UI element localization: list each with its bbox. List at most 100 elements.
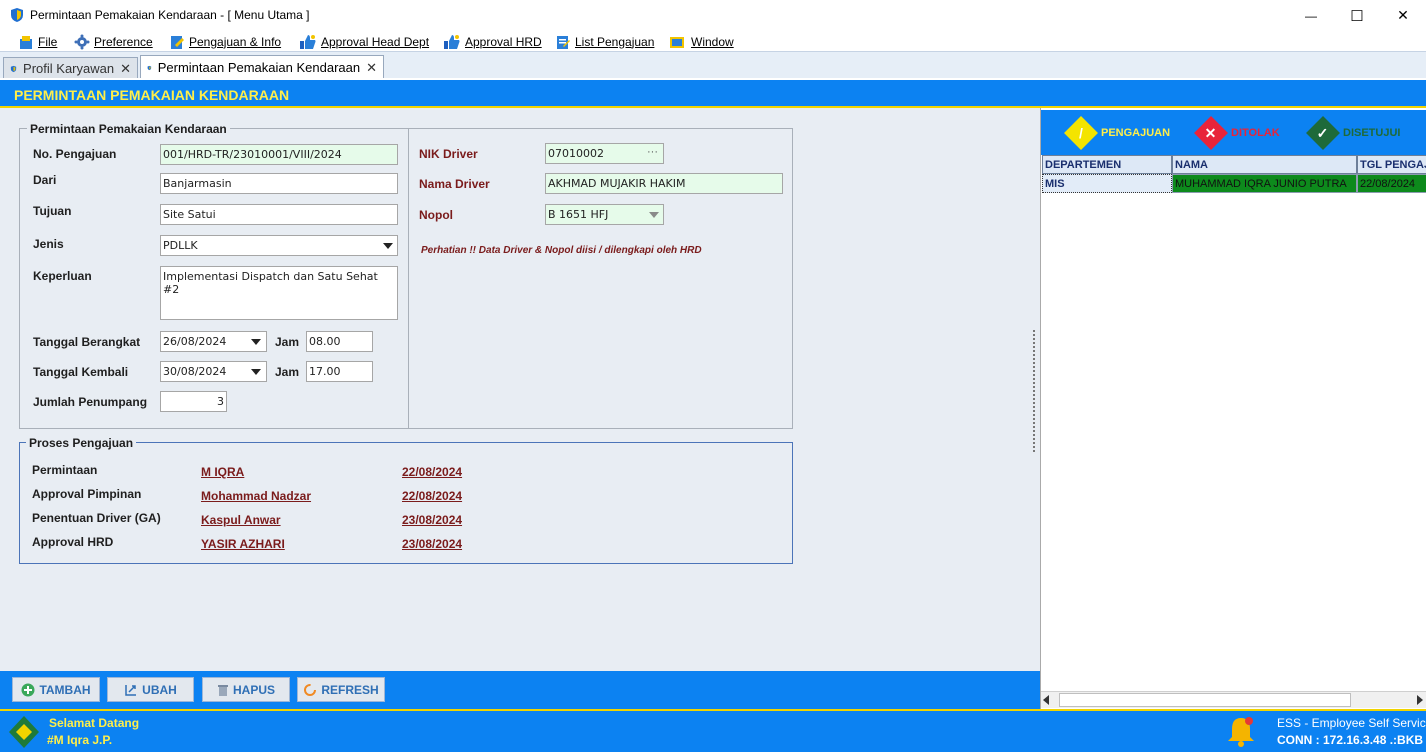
approved-diamond-icon: ✓ [1306,116,1340,150]
tgl-berangkat-label: Tanggal Berangkat [33,335,141,349]
keperluan-label: Keperluan [33,269,92,283]
proses-groupbox-title: Proses Pengajuan [26,436,137,450]
menu-list-pengajuan-label: List Pengajuan [575,34,655,49]
hapus-button[interactable]: HAPUS [202,677,290,702]
tab-permintaan-kendaraan[interactable]: Permintaan Pemakaian Kendaraan ✕ [140,55,384,79]
menu-pengajuan-info-label: Pengajuan & Info [189,34,282,49]
jenis-select[interactable]: PDLLK [160,235,398,256]
proses-name-link[interactable]: Kaspul Anwar [201,513,281,527]
app-shield-icon [147,65,152,70]
proses-date-link[interactable]: 23/08/2024 [402,513,462,527]
menu-pengajuan-info[interactable]: Pengajuan & Info [169,33,281,50]
grid-cell-departemen[interactable]: MIS [1042,174,1172,193]
legend-disetujui[interactable]: ✓ DISETUJUI [1306,116,1400,150]
jumlah-penumpang-field[interactable]: 3 [160,391,227,412]
nama-driver-field[interactable]: AKHMAD MUJAKIR HAKIM [545,173,783,194]
menu-list-pengajuan[interactable]: List Pengajuan [555,33,654,50]
edit-arrow-icon [125,684,137,696]
menu-file[interactable]: File [18,33,57,50]
proses-name-link[interactable]: YASIR AZHARI [201,537,285,551]
window-icon [670,36,684,48]
tujuan-label: Tujuan [33,204,72,218]
legend-pengajuan[interactable]: / PENGAJUAN [1064,116,1170,150]
menu-approval-head-dept[interactable]: Approval Head Dept [299,33,429,50]
menu-window-label: Window [691,34,734,49]
dari-label: Dari [33,173,57,187]
browse-ellipsis-icon[interactable]: ··· [647,146,658,158]
refresh-icon [304,683,317,696]
close-button[interactable]: ✕ [1380,0,1426,31]
app-name: ESS - Employee Self Service [1277,716,1426,730]
panel-splitter-handle[interactable] [1033,330,1037,452]
ubah-button[interactable]: UBAH [107,677,194,702]
grid-header-departemen[interactable]: DEPARTEMEN [1042,155,1172,174]
tab-profil-karyawan[interactable]: Profil Karyawan ✕ [3,57,138,79]
notification-bell-icon[interactable] [1226,715,1256,747]
minimize-button[interactable]: — [1288,0,1334,31]
keperluan-textarea[interactable]: Implementasi Dispatch dan Satu Sehat #2 [160,266,398,320]
proses-name-link[interactable]: Mohammad Nadzar [201,489,311,503]
gear-icon [74,34,90,49]
scroll-left-icon[interactable] [1043,695,1049,705]
grid-header-nama[interactable]: NAMA [1172,155,1357,174]
maximize-icon: ☐ [1350,7,1364,25]
jumlah-penumpang-label: Jumlah Penumpang [33,395,148,409]
tab-close-icon[interactable]: ✕ [120,61,131,77]
grid-cell-tgl[interactable]: 22/08/2024 [1357,174,1426,193]
scroll-right-icon[interactable] [1417,695,1423,705]
menu-file-label: File [38,34,58,49]
scrollbar-thumb[interactable] [1059,693,1351,707]
chevron-down-icon[interactable] [251,369,261,375]
grid-cell-nama[interactable]: MUHAMMAD IQRA JUNIO PUTRA [1172,174,1357,193]
menu-preference[interactable]: Preference [74,33,153,50]
proses-label-approval-pimpinan: Approval Pimpinan [32,487,142,501]
jam-kembali-field[interactable]: 17.00 [306,361,373,382]
nopol-label: Nopol [419,208,453,222]
grid-header-tgl[interactable]: TGL PENGAJUAN [1357,155,1426,174]
proses-date-link[interactable]: 23/08/2024 [402,537,462,551]
menu-approval-hrd[interactable]: Approval HRD [443,33,542,50]
page-header: PERMINTAAN PEMAKAIAN KENDARAAN [0,78,1426,108]
window-title: Permintaan Pemakaian Kendaraan - [ Menu … [30,8,310,22]
legend-ditolak-label: DITOLAK [1231,127,1280,139]
no-pengajuan-field[interactable]: 001/HRD-TR/23010001/VIII/2024 [160,144,398,165]
menu-preference-label: Preference [94,34,153,49]
jam-kembali-label: Jam [275,365,300,379]
tambah-button[interactable]: TAMBAH [12,677,100,702]
tgl-kembali-value: 30/08/2024 [163,365,227,378]
nopol-value: B 1651 HFJ [548,208,609,221]
jam-berangkat-field[interactable]: 08.00 [306,331,373,352]
no-pengajuan-label: No. Pengajuan [33,147,117,161]
horizontal-scrollbar[interactable] [1041,691,1426,708]
minimize-icon: — [1305,8,1317,23]
file-icon [20,35,32,49]
app-shield-icon [10,65,17,72]
dari-field[interactable]: Banjarmasin [160,173,398,194]
tab-label: Permintaan Pemakaian Kendaraan [157,60,361,75]
tab-close-icon[interactable]: ✕ [366,60,377,76]
connection-info: CONN : 172.16.3.48 .:BKB [1277,733,1424,747]
chevron-down-icon[interactable] [383,243,393,249]
chevron-down-icon[interactable] [649,212,659,218]
proses-date-link[interactable]: 22/08/2024 [402,465,462,479]
thumbs-up-icon [444,34,460,49]
tujuan-field[interactable]: Site Satui [160,204,398,225]
thumbs-up-icon [300,34,316,49]
proses-date-link[interactable]: 22/08/2024 [402,489,462,503]
chevron-down-icon[interactable] [251,339,261,345]
ubah-label: UBAH [142,682,177,697]
nopol-select[interactable]: B 1651 HFJ [545,204,664,225]
nama-driver-label: Nama Driver [419,177,490,191]
menu-window[interactable]: Window [669,33,734,50]
user-name: #M Iqra J.P. [47,733,113,747]
request-groupbox-title: Permintaan Pemakaian Kendaraan [27,122,230,136]
menu-approval-head-dept-label: Approval Head Dept [321,34,430,49]
trash-icon [217,684,228,696]
refresh-button[interactable]: REFRESH [297,677,385,702]
nik-driver-label: NIK Driver [419,147,478,161]
legend-ditolak[interactable]: ✕ DITOLAK [1194,116,1280,150]
proses-name-link[interactable]: M IQRA [201,465,244,479]
maximize-button[interactable]: ☐ [1334,0,1380,31]
action-button-bar: TAMBAH UBAH HAPUS REFRESH [0,671,1040,709]
proses-label-permintaan: Permintaan [32,463,98,477]
